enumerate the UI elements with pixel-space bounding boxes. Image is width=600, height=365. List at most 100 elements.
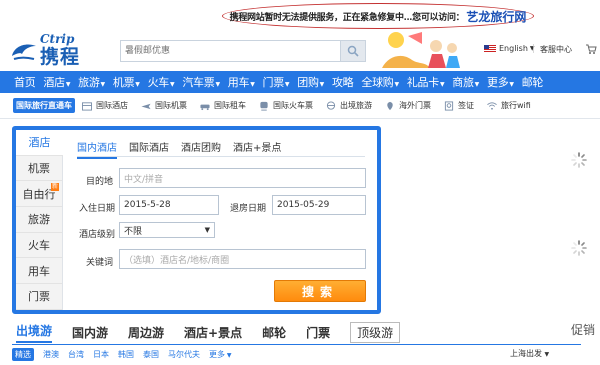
nav-item[interactable]: 更多▼ — [487, 74, 514, 90]
nav-item[interactable]: 商旅▼ — [452, 74, 479, 90]
tour-tab[interactable]: 出境游 — [16, 322, 53, 343]
tour-tab[interactable]: 邮轮 — [262, 324, 286, 341]
loading-spinner-icon — [571, 152, 587, 168]
region-label: 港澳 — [43, 350, 59, 359]
tour-tab[interactable]: 酒店+景点 — [184, 324, 242, 341]
tour-tab[interactable]: 顶级游 — [350, 322, 401, 343]
elong-link[interactable]: 艺龙旅行网 — [466, 8, 526, 25]
region-filter-item[interactable]: 更多 ▼ — [209, 349, 232, 360]
tour-tab[interactable]: 周边游 — [128, 324, 164, 341]
nav-item-label: 用车 — [227, 76, 250, 89]
subnav-item[interactable]: 国际租车 — [199, 100, 246, 111]
checkin-label: 入住日期 — [79, 204, 116, 214]
region-filter-item[interactable]: 台湾 — [68, 349, 84, 360]
promo-label[interactable]: 促销 — [571, 321, 595, 338]
keyword-input[interactable]: （选填）酒店名/地标/商圈 — [119, 249, 366, 269]
uk-flag-icon — [484, 44, 496, 53]
subnav-item-label: 国际机票 — [155, 101, 187, 110]
sidebar-item[interactable]: 机票 — [16, 156, 62, 182]
region-label: 日本 — [93, 350, 109, 359]
sidebar-item-label: 用车 — [28, 264, 50, 278]
checkout-date-input[interactable]: 2015-05-29 — [272, 195, 366, 215]
chevron-down-icon: ▼ — [284, 81, 290, 88]
search-input[interactable] — [121, 41, 341, 61]
sidebar-item[interactable]: 旅游 — [16, 207, 62, 233]
chevron-down-icon: ▼ — [319, 81, 325, 88]
region-label: 精选 — [15, 350, 31, 359]
hotel-level-select[interactable]: 不限 ▼ — [119, 222, 215, 238]
region-filter-item[interactable]: 泰国 — [143, 349, 159, 360]
nav-item[interactable]: 攻略 — [332, 74, 354, 90]
nav-item[interactable]: 首页 — [14, 74, 36, 90]
subnav-item-label: 旅行wifi — [501, 101, 531, 110]
sidebar-item-label: 门票 — [28, 290, 50, 304]
search-button[interactable] — [340, 40, 366, 62]
hotel-level-value: 不限 — [124, 226, 143, 237]
ctrip-logo[interactable]: Ctrip 携程 — [10, 32, 115, 68]
chevron-down-icon: ▼ — [204, 226, 210, 234]
nav-item[interactable]: 团购▼ — [297, 74, 324, 90]
cart-icon[interactable] — [585, 43, 597, 55]
chevron-down-icon: ▼ — [474, 81, 480, 88]
nav-item[interactable]: 火车▼ — [148, 74, 175, 90]
nav-item[interactable]: 礼品卡▼ — [407, 74, 445, 90]
nav-item[interactable]: 酒店▼ — [43, 74, 70, 90]
chevron-down-icon: ▼ — [439, 81, 445, 88]
chevron-down-icon: ▼ — [250, 81, 255, 88]
subnav-item[interactable]: 出境旅游 — [325, 100, 372, 111]
departure-city: 上海出发 — [510, 349, 542, 358]
nav-item[interactable]: 用车▼ — [228, 74, 255, 90]
sidebar-item[interactable]: 火车 — [16, 233, 62, 259]
tour-tab[interactable]: 门票 — [306, 324, 330, 341]
loading-spinner-icon — [571, 240, 587, 256]
subnav-item[interactable]: 国际火车票 — [258, 100, 313, 111]
nav-item-label: 全球购 — [361, 76, 394, 89]
international-subnav: 国际旅行直通车 国际酒店 国际机票 国际租车 国际火车票 出境旅游 海外门票 签证 旅行wif… — [0, 93, 600, 119]
new-badge: 新 — [50, 183, 59, 192]
nav-item[interactable]: 全球购▼ — [361, 74, 400, 90]
destination-input[interactable]: 中文/拼音 — [119, 168, 366, 188]
region-filter-item[interactable]: 韩国 — [118, 349, 134, 360]
nav-item-label: 门票 — [262, 76, 285, 89]
nav-item-label: 邮轮 — [521, 76, 544, 89]
chevron-down-icon: ▼ — [509, 81, 514, 88]
region-filter-item[interactable]: 精选 — [12, 348, 34, 361]
subnav-item-label: 出境旅游 — [340, 101, 372, 110]
nav-item[interactable]: 旅游▼ — [78, 74, 105, 90]
nav-item-label: 旅游 — [78, 76, 100, 89]
region-filter-item[interactable]: 港澳 — [43, 349, 59, 360]
checkin-date-input[interactable]: 2015-5-28 — [119, 195, 219, 215]
nav-item[interactable]: 邮轮 — [521, 74, 544, 90]
sidebar-item[interactable]: 自由行新 — [16, 181, 62, 208]
summer-promo-illustration[interactable] — [378, 30, 464, 70]
tour-tabs-underline — [12, 344, 581, 345]
sidebar-item[interactable]: 用车 — [16, 258, 62, 285]
nav-item-label: 首页 — [14, 76, 36, 89]
notice-text: 携程网站暂时无法提供服务，正在紧急修复中...您可以访问： — [229, 12, 465, 23]
chevron-down-icon: ▼ — [100, 81, 106, 88]
chevron-down-icon: ▼ — [394, 81, 400, 88]
sidebar-item[interactable]: 酒店 — [16, 130, 63, 156]
subnav-item-label: 国际租车 — [214, 101, 246, 110]
tour-tab[interactable]: 国内游 — [72, 324, 108, 341]
nav-item[interactable]: 机票▼ — [113, 74, 140, 90]
service-center-link[interactable]: 客服中心 — [540, 44, 572, 55]
language-switch[interactable]: English ▼ — [484, 44, 535, 53]
search-icon — [347, 45, 359, 57]
subnav-item[interactable]: 国际机票 — [140, 100, 187, 111]
chevron-down-icon: ▼ — [135, 81, 140, 88]
header: Ctrip 携程 English ▼ | 客服中心 — [0, 30, 600, 70]
region-filter-item[interactable]: 日本 — [93, 349, 109, 360]
subnav-item[interactable]: 国际酒店 — [81, 100, 128, 111]
location-pin-icon — [387, 101, 393, 110]
nav-item[interactable]: 门票▼ — [263, 74, 290, 90]
subnav-item[interactable]: 旅行wifi — [486, 100, 531, 111]
region-filter-item[interactable]: 马尔代夫 — [168, 349, 200, 360]
sidebar-item[interactable]: 门票 — [16, 284, 62, 310]
subnav-item[interactable]: 海外门票 — [384, 100, 431, 111]
nav-item[interactable]: 汽车票▼ — [182, 74, 220, 90]
departure-city-select[interactable]: 上海出发 ▼ — [510, 348, 549, 359]
subnav-item[interactable]: 签证 — [443, 100, 474, 111]
checkout-label: 退房日期 — [230, 204, 267, 214]
hotel-search-button[interactable]: 搜索 — [274, 280, 366, 302]
